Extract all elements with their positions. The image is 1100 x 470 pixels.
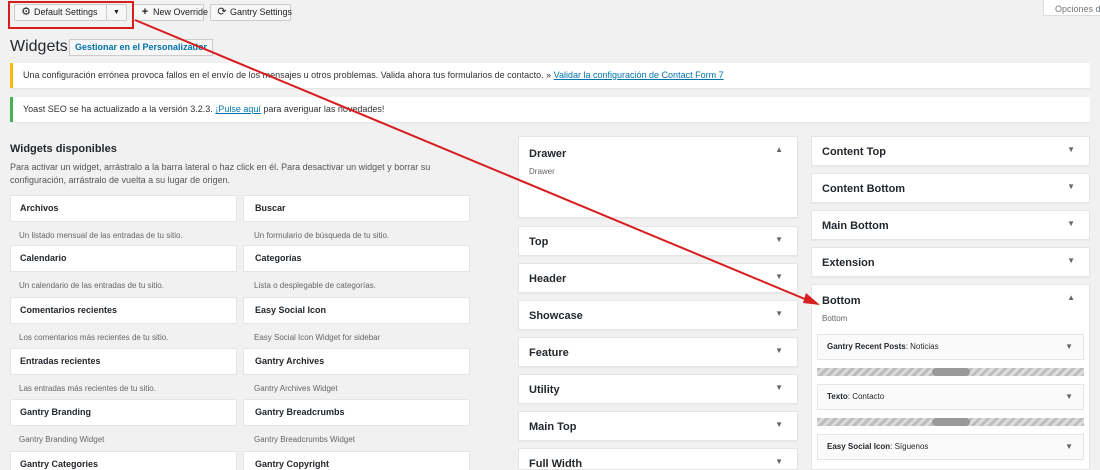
annotation-arrow — [134, 19, 820, 305]
